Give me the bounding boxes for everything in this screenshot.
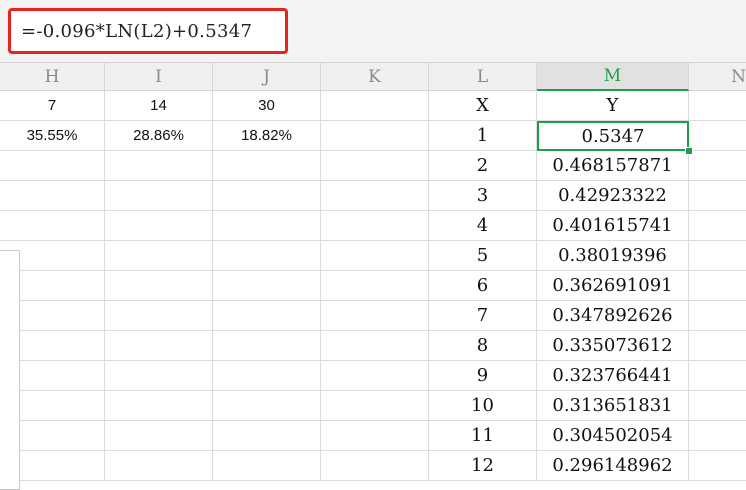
x-cell[interactable]: 5 — [429, 241, 537, 271]
column-header-i[interactable]: I — [105, 63, 213, 91]
grid-cell[interactable] — [321, 271, 429, 301]
grid-cell[interactable] — [213, 361, 321, 391]
grid-cell[interactable] — [105, 151, 213, 181]
selected-cell[interactable]: 0.5347 — [537, 121, 689, 151]
grid-cell[interactable] — [321, 421, 429, 451]
x-cell[interactable]: 8 — [429, 331, 537, 361]
grid-cell[interactable] — [689, 241, 746, 271]
grid-cell[interactable] — [105, 271, 213, 301]
grid-cell[interactable] — [321, 391, 429, 421]
grid-cell[interactable] — [689, 151, 746, 181]
grid-cell[interactable] — [213, 421, 321, 451]
grid-cell[interactable] — [321, 451, 429, 481]
x-cell[interactable]: 4 — [429, 211, 537, 241]
grid-cell[interactable] — [321, 301, 429, 331]
y-cell[interactable]: 0.401615741 — [537, 211, 689, 241]
column-header-k[interactable]: K — [321, 63, 429, 91]
grid-cell[interactable] — [689, 391, 746, 421]
grid-cell[interactable] — [0, 151, 105, 181]
grid-cell[interactable] — [0, 211, 105, 241]
column-header-n[interactable]: N — [689, 63, 746, 91]
grid-cell[interactable] — [213, 271, 321, 301]
y-cell[interactable]: 0.38019396 — [537, 241, 689, 271]
grid-cell[interactable] — [321, 241, 429, 271]
grid-cell[interactable] — [0, 181, 105, 211]
y-cell[interactable]: 0.335073612 — [537, 331, 689, 361]
y-header-cell[interactable]: Y — [537, 91, 689, 121]
column-header-j[interactable]: J — [213, 63, 321, 91]
grid-cell[interactable] — [213, 151, 321, 181]
formula-text: =-0.096*LN(L2)+0.5347 — [21, 20, 253, 42]
grid-cell[interactable] — [213, 391, 321, 421]
grid-cell[interactable] — [689, 331, 746, 361]
x-header-cell[interactable]: X — [429, 91, 537, 121]
header-cell[interactable]: 7 — [0, 91, 105, 121]
grid-cell[interactable] — [105, 181, 213, 211]
chart-object-edge[interactable] — [0, 250, 20, 490]
grid-cell[interactable] — [689, 211, 746, 241]
grid-cell[interactable] — [321, 121, 429, 151]
grid-cell[interactable] — [321, 361, 429, 391]
grid-cell[interactable] — [689, 121, 746, 151]
grid-cell[interactable] — [213, 241, 321, 271]
grid-cell[interactable] — [105, 391, 213, 421]
grid-cell[interactable] — [689, 301, 746, 331]
y-cell[interactable]: 0.323766441 — [537, 361, 689, 391]
x-cell[interactable]: 3 — [429, 181, 537, 211]
grid-cell[interactable] — [105, 361, 213, 391]
y-cell[interactable]: 0.304502054 — [537, 421, 689, 451]
grid-cell[interactable] — [321, 211, 429, 241]
y-cell[interactable]: 0.347892626 — [537, 301, 689, 331]
column-header-h[interactable]: H — [0, 63, 105, 91]
fill-handle[interactable] — [685, 147, 693, 155]
header-cell[interactable]: 30 — [213, 91, 321, 121]
value-cell[interactable]: 28.86% — [105, 121, 213, 151]
x-cell[interactable]: 7 — [429, 301, 537, 331]
grid-cell[interactable] — [105, 211, 213, 241]
x-cell[interactable]: 10 — [429, 391, 537, 421]
grid-cell[interactable] — [321, 181, 429, 211]
y-cell[interactable]: 0.296148962 — [537, 451, 689, 481]
x-cell[interactable]: 2 — [429, 151, 537, 181]
grid-cell[interactable] — [689, 361, 746, 391]
x-cell[interactable]: 1 — [429, 121, 537, 151]
grid-cell[interactable] — [321, 151, 429, 181]
x-cell[interactable]: 12 — [429, 451, 537, 481]
grid-cell[interactable] — [321, 331, 429, 361]
value-cell[interactable]: 18.82% — [213, 121, 321, 151]
grid-cell[interactable] — [213, 301, 321, 331]
grid-cell[interactable] — [689, 421, 746, 451]
grid-cell[interactable] — [689, 181, 746, 211]
grid-cell[interactable] — [689, 451, 746, 481]
grid-cell[interactable] — [105, 301, 213, 331]
grid-cell[interactable] — [213, 181, 321, 211]
column-header-l[interactable]: L — [429, 63, 537, 91]
formula-bar: =-0.096*LN(L2)+0.5347 — [0, 0, 746, 63]
grid-cell[interactable] — [213, 331, 321, 361]
grid-cell[interactable] — [689, 271, 746, 301]
y-cell[interactable]: 0.468157871 — [537, 151, 689, 181]
header-cell[interactable]: 14 — [105, 91, 213, 121]
x-cell[interactable]: 6 — [429, 271, 537, 301]
grid-cell[interactable] — [689, 91, 746, 121]
grid-cell[interactable] — [105, 451, 213, 481]
grid-cell[interactable] — [321, 91, 429, 121]
grid-cell[interactable] — [105, 421, 213, 451]
x-cell[interactable]: 9 — [429, 361, 537, 391]
x-cell[interactable]: 11 — [429, 421, 537, 451]
grid-cell[interactable] — [105, 331, 213, 361]
value-cell[interactable]: 35.55% — [0, 121, 105, 151]
y-cell[interactable]: 0.313651831 — [537, 391, 689, 421]
grid-cell[interactable] — [213, 451, 321, 481]
formula-input[interactable]: =-0.096*LN(L2)+0.5347 — [8, 8, 288, 54]
y-cell[interactable]: 0.362691091 — [537, 271, 689, 301]
column-header-m[interactable]: M — [537, 63, 689, 91]
y-cell[interactable]: 0.42923322 — [537, 181, 689, 211]
grid-cell[interactable] — [105, 241, 213, 271]
grid-cell[interactable] — [213, 211, 321, 241]
